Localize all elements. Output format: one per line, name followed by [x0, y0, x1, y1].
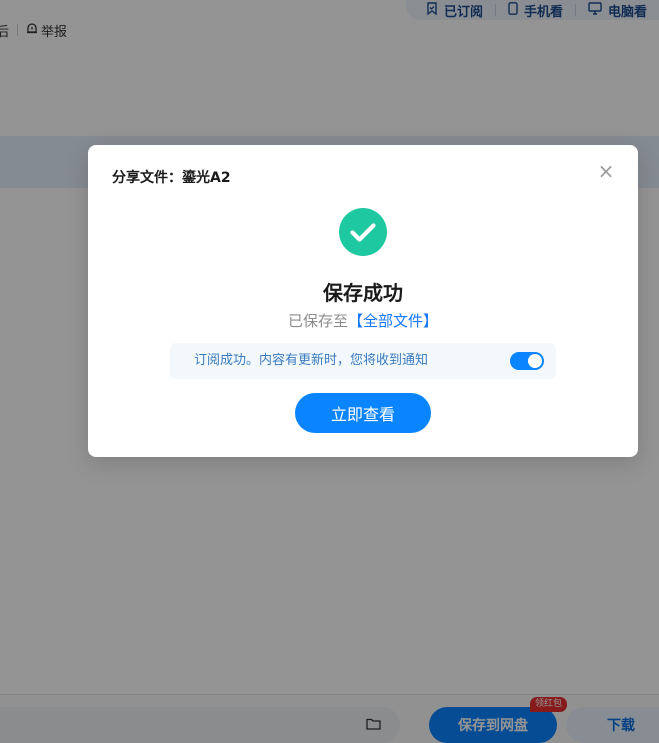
subscription-notice: 订阅成功。内容有更新时，您将收到通知 [170, 343, 556, 379]
saved-location-line: 已保存至【全部文件】 [88, 310, 638, 331]
check-circle-icon [339, 208, 387, 256]
subscription-notice-text: 订阅成功。内容有更新时，您将收到通知 [194, 353, 429, 368]
close-icon[interactable]: × [596, 161, 616, 181]
toggle-knob [528, 354, 542, 368]
saved-prefix: 已保存至 [287, 312, 348, 330]
success-title: 保存成功 [323, 281, 403, 305]
all-files-link[interactable]: 【全部文件】 [348, 312, 438, 330]
view-now-button[interactable]: 立即查看 [295, 393, 431, 433]
notification-toggle[interactable] [510, 352, 544, 370]
dialog-title: 分享文件：鎏光A2 [112, 170, 231, 186]
save-success-dialog: 分享文件：鎏光A2 × 保存成功 已保存至【全部文件】 订阅成功。内容有更新时，… [88, 145, 638, 457]
